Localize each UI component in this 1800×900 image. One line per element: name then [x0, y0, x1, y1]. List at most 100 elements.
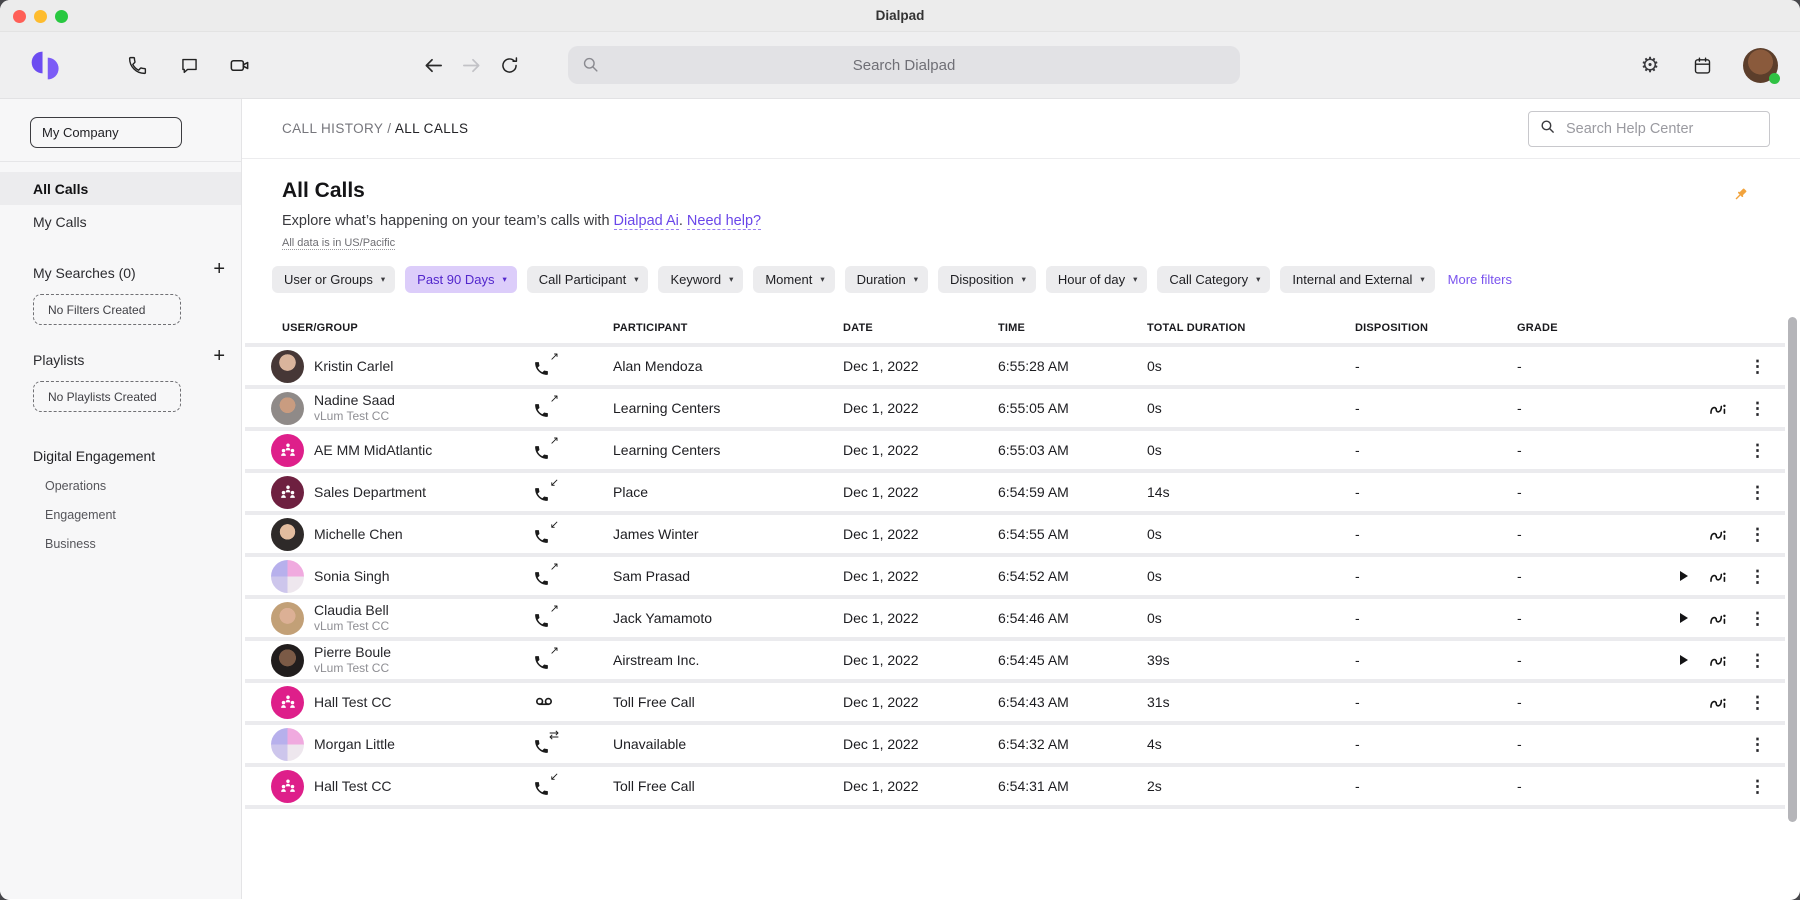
more-filters-link[interactable]: More filters: [1448, 272, 1512, 287]
call-time: 6:55:28 AM: [998, 358, 1147, 374]
disposition: -: [1355, 400, 1517, 416]
chevron-down-icon: ▾: [1256, 274, 1260, 285]
sidebar-item-operations[interactable]: Operations: [0, 479, 241, 493]
forward-icon[interactable]: [456, 50, 486, 80]
user-name: Claudia Bell: [314, 602, 389, 619]
row-menu-button[interactable]: ⋮: [1749, 358, 1766, 375]
filter-chip-duration[interactable]: Duration▾: [845, 266, 928, 293]
calendar-icon[interactable]: [1687, 50, 1717, 80]
total-duration: 2s: [1147, 778, 1355, 794]
call-date: Dec 1, 2022: [843, 694, 998, 710]
filter-chip-moment[interactable]: Moment▾: [753, 266, 834, 293]
row-menu-button[interactable]: ⋮: [1749, 484, 1766, 501]
outgoing-call-icon: ↗: [533, 650, 557, 671]
pin-icon[interactable]: [1731, 185, 1750, 209]
row-menu-button[interactable]: ⋮: [1749, 736, 1766, 753]
filter-chip-user-or-groups[interactable]: User or Groups▾: [272, 266, 395, 293]
filter-chip-disposition[interactable]: Disposition▾: [938, 266, 1036, 293]
row-menu-button[interactable]: ⋮: [1749, 568, 1766, 585]
disposition: -: [1355, 484, 1517, 500]
user-name: Michelle Chen: [314, 526, 403, 543]
table-row[interactable]: Kristin Carlel↗Alan MendozaDec 1, 20226:…: [245, 347, 1785, 389]
ai-icon[interactable]: [1709, 694, 1728, 710]
play-button[interactable]: [1680, 655, 1688, 665]
video-icon[interactable]: [224, 50, 254, 80]
call-time: 6:54:45 AM: [998, 652, 1147, 668]
filter-chip-hour-of-day[interactable]: Hour of day▾: [1046, 266, 1147, 293]
close-window-button[interactable]: [13, 10, 26, 23]
transferred-call-icon: ⇄: [533, 734, 557, 755]
phone-icon[interactable]: [122, 50, 152, 80]
table-row[interactable]: Hall Test CCToll Free CallDec 1, 20226:5…: [245, 683, 1785, 725]
vertical-scrollbar[interactable]: [1788, 317, 1797, 822]
filter-chip-call-participant[interactable]: Call Participant▾: [527, 266, 649, 293]
avatar: [271, 560, 304, 593]
play-button[interactable]: [1680, 571, 1688, 581]
row-menu-button[interactable]: ⋮: [1749, 610, 1766, 627]
need-help-link[interactable]: Need help?: [687, 213, 761, 230]
participant: Sam Prasad: [573, 568, 843, 584]
call-time: 6:54:31 AM: [998, 778, 1147, 794]
global-search[interactable]: [568, 46, 1240, 84]
table-row[interactable]: Pierre BoulevLum Test CC↗Airstream Inc.D…: [245, 641, 1785, 683]
add-playlist-button[interactable]: +: [213, 346, 225, 366]
user-name: Kristin Carlel: [314, 358, 393, 375]
participant: James Winter: [573, 526, 843, 542]
play-button[interactable]: [1680, 613, 1688, 623]
row-menu-button[interactable]: ⋮: [1749, 442, 1766, 459]
ai-icon[interactable]: [1709, 400, 1728, 416]
help-center-search[interactable]: [1528, 111, 1770, 147]
sidebar-item-all-calls[interactable]: All Calls: [0, 172, 241, 205]
row-menu-button[interactable]: ⋮: [1749, 652, 1766, 669]
filter-chip-keyword[interactable]: Keyword▾: [658, 266, 743, 293]
dialpad-ai-link[interactable]: Dialpad Ai: [614, 213, 679, 230]
incoming-call-icon: ↙: [533, 776, 557, 797]
incoming-call-icon: ↙: [533, 482, 557, 503]
table-row[interactable]: Morgan Little⇄UnavailableDec 1, 20226:54…: [245, 725, 1785, 767]
table-row[interactable]: Claudia BellvLum Test CC↗Jack YamamotoDe…: [245, 599, 1785, 641]
help-center-search-input[interactable]: [1564, 120, 1759, 138]
row-menu-button[interactable]: ⋮: [1749, 526, 1766, 543]
gear-icon[interactable]: ⚙: [1635, 50, 1665, 80]
filter-chip-internal-and-external[interactable]: Internal and External▾: [1280, 266, 1434, 293]
table-row[interactable]: Sales Department↙PlaceDec 1, 20226:54:59…: [245, 473, 1785, 515]
sidebar-item-business[interactable]: Business: [0, 537, 241, 551]
company-selector[interactable]: My Company: [30, 117, 182, 148]
minimize-window-button[interactable]: [34, 10, 47, 23]
sidebar: My Company All CallsMy Calls My Searches…: [0, 99, 242, 899]
chat-icon[interactable]: [174, 50, 204, 80]
ai-icon[interactable]: [1709, 652, 1728, 668]
ai-icon[interactable]: [1709, 526, 1728, 542]
filter-chip-past-90-days[interactable]: Past 90 Days▾: [405, 266, 517, 293]
row-menu-button[interactable]: ⋮: [1749, 778, 1766, 795]
table-header: USER/GROUPPARTICIPANTDATETIMETOTAL DURAT…: [245, 301, 1785, 347]
table-row[interactable]: Sonia Singh↗Sam PrasadDec 1, 20226:54:52…: [245, 557, 1785, 599]
total-duration: 0s: [1147, 526, 1355, 542]
sidebar-item-engagement[interactable]: Engagement: [0, 508, 241, 522]
ai-icon[interactable]: [1709, 568, 1728, 584]
back-icon[interactable]: [418, 50, 448, 80]
subtitle-text: Explore what’s happening on your team’s …: [282, 213, 614, 229]
table-row[interactable]: AE MM MidAtlantic↗Learning CentersDec 1,…: [245, 431, 1785, 473]
filter-chip-call-category[interactable]: Call Category▾: [1157, 266, 1270, 293]
avatar: [271, 350, 304, 383]
add-search-button[interactable]: +: [213, 259, 225, 279]
refresh-icon[interactable]: [494, 50, 524, 80]
search-input[interactable]: [568, 56, 1240, 75]
sidebar-item-my-calls[interactable]: My Calls: [0, 205, 241, 238]
grade: -: [1517, 778, 1643, 794]
user-avatar[interactable]: [1743, 48, 1778, 83]
row-menu-button[interactable]: ⋮: [1749, 400, 1766, 417]
table-row[interactable]: Hall Test CC↙Toll Free CallDec 1, 20226:…: [245, 767, 1785, 809]
participant: Alan Mendoza: [573, 358, 843, 374]
table-row[interactable]: Michelle Chen↙James WinterDec 1, 20226:5…: [245, 515, 1785, 557]
total-duration: 0s: [1147, 442, 1355, 458]
filter-chip-label: Duration: [857, 272, 906, 287]
row-menu-button[interactable]: ⋮: [1749, 694, 1766, 711]
zoom-window-button[interactable]: [55, 10, 68, 23]
table-row[interactable]: Nadine SaadvLum Test CC↗Learning Centers…: [245, 389, 1785, 431]
ai-icon[interactable]: [1709, 610, 1728, 626]
filter-chip-label: User or Groups: [284, 272, 373, 287]
breadcrumb-bar: CALL HISTORY / ALL CALLS: [242, 99, 1800, 159]
breadcrumb-prefix[interactable]: CALL HISTORY /: [282, 121, 395, 136]
